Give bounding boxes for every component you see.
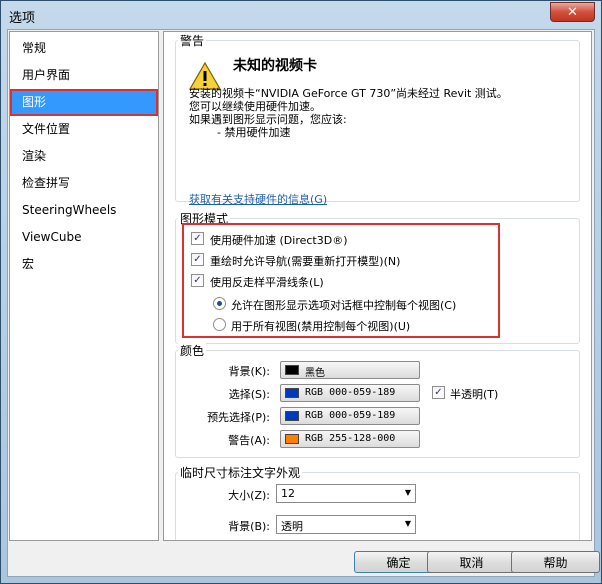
text-size-label: 大小(Z): — [228, 489, 270, 502]
color-swatch — [285, 388, 299, 398]
sidebar-item-spelling[interactable]: 检查拼写 — [10, 170, 158, 197]
sidebar-item-steeringwheels[interactable]: SteeringWheels — [10, 197, 158, 224]
warning-line: - 禁用硬件加速 — [189, 126, 291, 139]
sidebar-item-graphics[interactable]: 图形 — [10, 89, 158, 116]
close-button[interactable]: ✕ — [550, 2, 595, 22]
text-background-label: 背景(B): — [228, 520, 270, 533]
warning-group: 未知的视频卡 安装的视频卡“NVIDIA GeForce GT 730”尚未经过… — [175, 40, 580, 206]
warning-line: 安装的视频卡“NVIDIA GeForce GT 730”尚未经过 Revit … — [189, 87, 508, 100]
text-background-value: 透明 — [281, 520, 303, 533]
dialog-body: 常规 用户界面 图形 文件位置 渲染 检查拼写 SteeringWheels V… — [7, 29, 600, 577]
color-swatch — [285, 365, 299, 375]
color-swatch — [285, 434, 299, 444]
color-swatch — [285, 411, 299, 421]
temp-dimension-title: 临时尺寸标注文字外观 — [178, 464, 303, 481]
sidebar-item-macros[interactable]: 宏 — [10, 251, 158, 278]
highlight-box — [182, 223, 500, 338]
sidebar-item-general[interactable]: 常规 — [10, 35, 158, 62]
chevron-down-icon: ▼ — [404, 488, 411, 497]
preselection-color-button[interactable]: RGB 000-059-189 — [280, 407, 420, 425]
warning-icon — [189, 62, 221, 90]
chevron-down-icon: ▼ — [404, 519, 411, 528]
text-background-select[interactable]: 透明 ▼ — [276, 515, 416, 534]
preselection-color-label: 预先选择(P): — [207, 411, 270, 424]
alert-color-label: 警告(A): — [228, 434, 270, 447]
sidebar-item-rendering[interactable]: 渲染 — [10, 143, 158, 170]
close-icon: ✕ — [567, 4, 578, 20]
semi-transparent-checkbox[interactable]: ✓ — [432, 386, 445, 399]
help-button[interactable]: 帮助 — [511, 551, 600, 573]
color-value: 黑色 — [305, 368, 325, 379]
color-value: RGB 255-128-000 — [305, 433, 396, 444]
category-list: 常规 用户界面 图形 文件位置 渲染 检查拼写 SteeringWheels V… — [9, 31, 159, 541]
text-size-value: 12 — [281, 487, 295, 500]
background-color-label: 背景(K): — [228, 365, 270, 378]
warning-group-title: 警告 — [178, 32, 207, 49]
colors-title: 颜色 — [178, 342, 207, 359]
sidebar-item-ui[interactable]: 用户界面 — [10, 62, 158, 89]
warning-line: 如果遇到图形显示问题，您应该: — [189, 113, 347, 126]
window-title: 选项 — [9, 11, 36, 26]
color-value: RGB 000-059-189 — [305, 410, 396, 421]
sidebar-item-file-locations[interactable]: 文件位置 — [10, 116, 158, 143]
graphics-settings-panel: 未知的视频卡 安装的视频卡“NVIDIA GeForce GT 730”尚未经过… — [163, 31, 592, 541]
supported-hardware-link[interactable]: 获取有关支持硬件的信息(G) — [189, 191, 327, 207]
text-size-select[interactable]: 12 ▼ — [276, 484, 416, 503]
selection-color-button[interactable]: RGB 000-059-189 — [280, 384, 420, 402]
color-value: RGB 000-059-189 — [305, 387, 396, 398]
semi-transparent-label: 半透明(T) — [450, 388, 499, 401]
alert-color-button[interactable]: RGB 255-128-000 — [280, 430, 420, 448]
cancel-button[interactable]: 取消 — [427, 551, 516, 573]
background-color-button[interactable]: 黑色 — [280, 361, 420, 379]
title-bar[interactable]: 选项 ✕ — [1, 1, 601, 29]
sidebar-item-viewcube[interactable]: ViewCube — [10, 224, 158, 251]
selection-color-label: 选择(S): — [228, 388, 270, 401]
options-dialog: 选项 ✕ 常规 用户界面 图形 文件位置 渲染 检查拼写 SteeringWhe… — [0, 0, 602, 584]
warning-heading: 未知的视频卡 — [233, 58, 317, 74]
warning-line: 您可以继续使用硬件加速。 — [189, 100, 321, 113]
